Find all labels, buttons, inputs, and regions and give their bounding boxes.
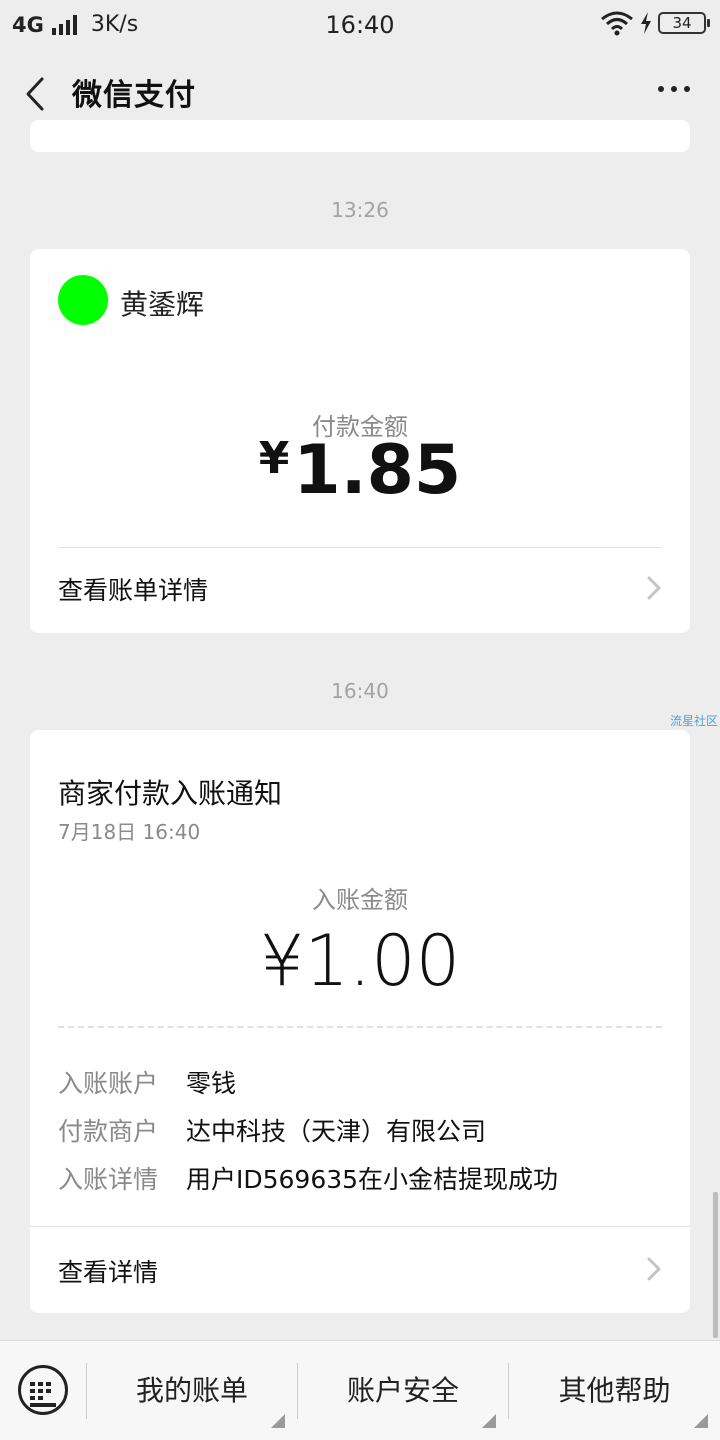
detail-key: 付款商户	[58, 1117, 159, 1146]
chevron-right-icon	[647, 1257, 661, 1281]
bottom-menu-bar: 我的账单 账户安全 其他帮助	[0, 1340, 720, 1440]
amount-value: 1.85	[293, 431, 462, 510]
payment-card: 黄鋈辉 付款金额 ¥1.85 查看账单详情	[30, 249, 690, 633]
detail-row-info: 入账详情 用户ID569635在小金桔提现成功	[58, 1160, 558, 1196]
notification-date: 7月18日 16:40	[58, 820, 201, 844]
merchant-payment-card: 商家付款入账通知 7月18日 16:40 入账金额 ¥1.00 入账账户 零钱 …	[30, 730, 690, 1313]
payer-name: 黄鋈辉	[120, 288, 205, 321]
watermark: 流星社区	[669, 714, 718, 728]
avatar	[58, 275, 108, 325]
more-options-icon[interactable]	[658, 86, 690, 92]
amount-label: 入账金额	[312, 886, 408, 914]
view-details-link[interactable]: 查看详情	[58, 1253, 158, 1289]
menu-my-bills[interactable]: 我的账单	[87, 1341, 297, 1440]
detail-key: 入账账户	[58, 1069, 159, 1098]
page-title: 微信支付	[72, 78, 196, 113]
credited-amount: ¥1.00	[259, 920, 461, 1002]
menu-other-help[interactable]: 其他帮助	[509, 1341, 720, 1440]
payment-amount: ¥1.85	[30, 431, 690, 510]
detail-value: 达中科技（天津）有限公司	[186, 1117, 487, 1146]
message-timestamp: 16:40	[331, 679, 389, 703]
divider	[30, 1226, 690, 1227]
detail-value: 用户ID569635在小金桔提现成功	[186, 1165, 559, 1194]
notification-title: 商家付款入账通知	[58, 777, 283, 810]
chevron-right-icon	[647, 576, 661, 600]
status-bar: 4G 3K/s 16:40 34	[0, 0, 720, 52]
status-right: 34	[600, 10, 710, 36]
keyboard-icon[interactable]	[18, 1365, 68, 1415]
scrollbar[interactable]	[713, 1192, 718, 1338]
menu-account-security[interactable]: 账户安全	[298, 1341, 508, 1440]
detail-row-merchant: 付款商户 达中科技（天津）有限公司	[58, 1112, 486, 1148]
dashed-divider	[58, 1026, 662, 1028]
divider	[58, 547, 662, 548]
currency-symbol: ¥	[258, 433, 290, 484]
submenu-indicator-icon	[271, 1414, 285, 1428]
message-timestamp: 13:26	[331, 198, 389, 222]
previous-card-edge	[30, 120, 690, 152]
view-bill-details-link[interactable]: 查看账单详情	[58, 571, 208, 607]
detail-row-account: 入账账户 零钱	[58, 1064, 236, 1100]
submenu-indicator-icon	[694, 1414, 708, 1428]
back-arrow-icon[interactable]	[20, 74, 54, 114]
battery-icon: 34	[658, 12, 710, 34]
detail-value: 零钱	[186, 1069, 237, 1098]
detail-key: 入账详情	[58, 1165, 159, 1194]
submenu-indicator-icon	[482, 1414, 496, 1428]
charging-icon	[641, 12, 651, 34]
wifi-icon	[601, 11, 633, 36]
